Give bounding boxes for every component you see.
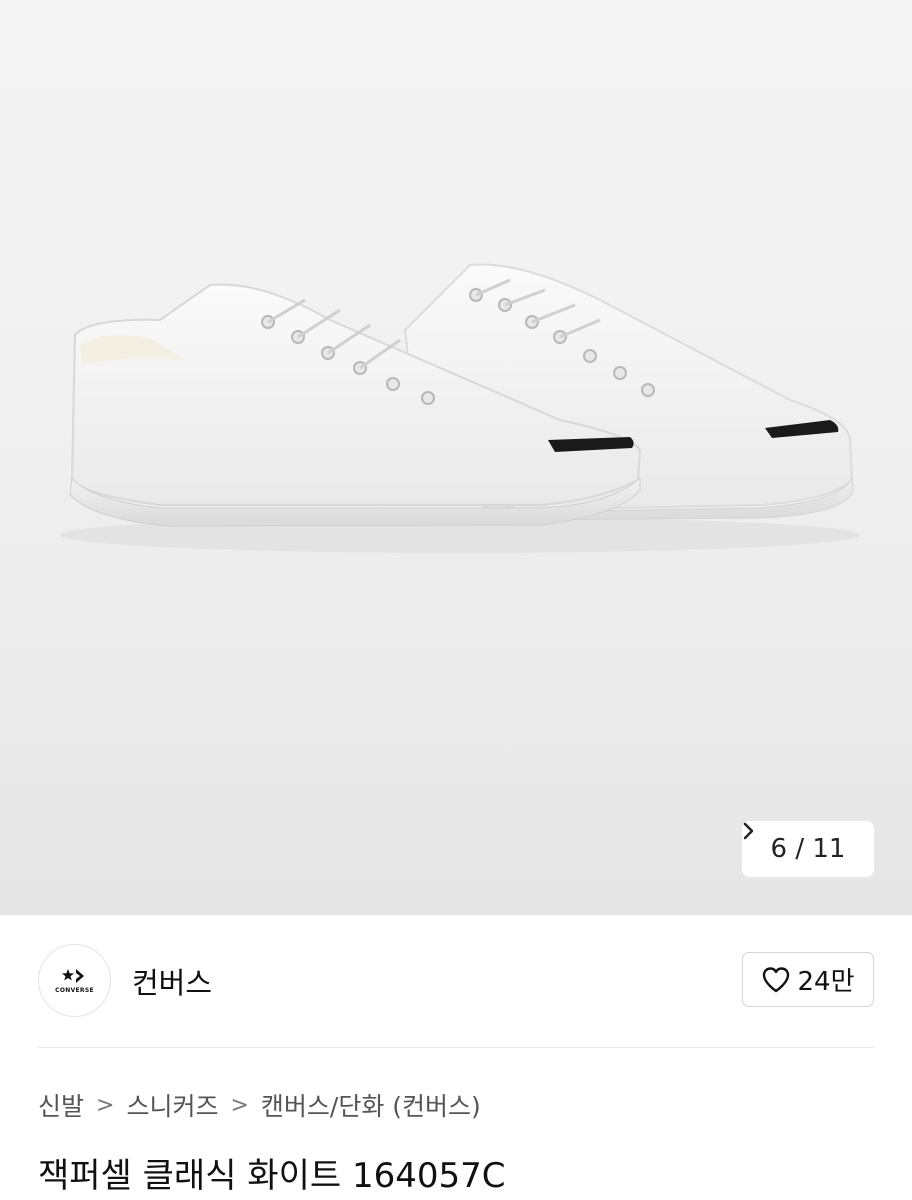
chevron-right-icon	[743, 822, 754, 840]
heart-icon	[763, 967, 790, 993]
divider	[38, 1047, 874, 1048]
image-pager-button[interactable]: 6 / 11	[742, 821, 874, 877]
like-count: 24만	[797, 967, 855, 997]
brand-logo-text: CONVERSE	[55, 987, 94, 994]
brand-logo[interactable]: CONVERSE	[38, 944, 111, 1017]
chevron-right-icon: >	[96, 1092, 115, 1118]
breadcrumb-item-canvas[interactable]: 캔버스/단화 (컨버스)	[261, 1087, 481, 1123]
chevron-right-icon: >	[230, 1092, 249, 1118]
brand-name[interactable]: 컨버스	[132, 960, 212, 1002]
converse-star-chevron-icon	[61, 969, 84, 983]
like-button[interactable]: 24만	[742, 952, 874, 1007]
product-title: 잭퍼셀 클래식 화이트 164057C	[38, 1156, 506, 1196]
breadcrumb-item-shoes[interactable]: 신발	[38, 1087, 84, 1123]
sneakers-photo	[60, 263, 860, 553]
product-image-carousel[interactable]: 6 / 11	[0, 0, 912, 915]
breadcrumb: 신발 > 스니커즈 > 캔버스/단화 (컨버스)	[38, 1085, 481, 1125]
pager-text: 6 / 11	[770, 834, 846, 864]
breadcrumb-item-sneakers[interactable]: 스니커즈	[126, 1087, 218, 1123]
